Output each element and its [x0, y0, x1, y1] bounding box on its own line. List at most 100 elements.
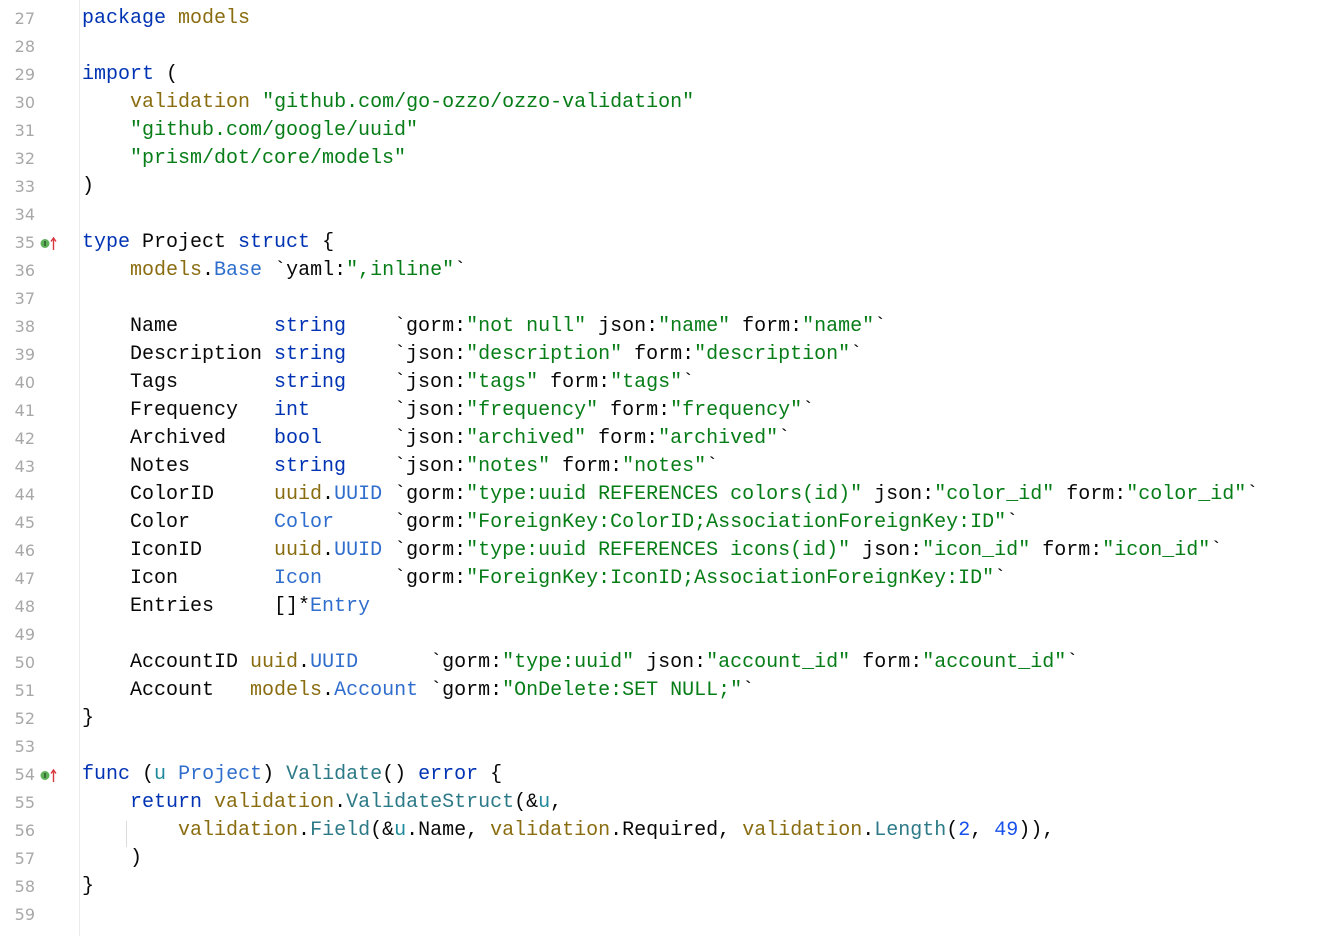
code-line[interactable]: 54 func (u Project) Validate() error {: [0, 761, 1343, 789]
code-text: .: [862, 819, 875, 842]
line-number[interactable]: 38: [0, 313, 35, 341]
string-literal: "icon_id": [1102, 539, 1211, 562]
line-number[interactable]: 45: [0, 509, 35, 537]
code-line[interactable]: 39 Description string `json:"description…: [0, 341, 1343, 369]
line-number[interactable]: 42: [0, 425, 35, 453]
code-content: Frequency int `json:"frequency" form:"fr…: [82, 397, 814, 425]
code-line[interactable]: 58}: [0, 873, 1343, 901]
string-literal: "frequency": [466, 399, 599, 422]
string-literal: "ForeignKey:ColorID;AssociationForeignKe…: [466, 511, 1007, 534]
line-number[interactable]: 47: [0, 565, 35, 593]
code-text: `gorm:: [322, 567, 467, 590]
string-literal: "type:uuid REFERENCES icons(id)": [466, 539, 851, 562]
code-line[interactable]: 35 type Project struct {: [0, 229, 1343, 257]
line-number[interactable]: 50: [0, 649, 35, 677]
line-number[interactable]: 54: [0, 761, 35, 789]
code-line[interactable]: 44 ColorID uuid.UUID `gorm:"type:uuid RE…: [0, 481, 1343, 509]
line-number[interactable]: 59: [0, 901, 35, 929]
line-number[interactable]: 52: [0, 705, 35, 733]
code-text: )),: [1018, 819, 1055, 842]
line-number[interactable]: 55: [0, 789, 35, 817]
code-line[interactable]: 49: [0, 621, 1343, 649]
code-line[interactable]: 40 Tags string `json:"tags" form:"tags"`: [0, 369, 1343, 397]
code-line[interactable]: 41 Frequency int `json:"frequency" form:…: [0, 397, 1343, 425]
code-line[interactable]: 32 "prism/dot/core/models": [0, 145, 1343, 173]
line-number[interactable]: 41: [0, 397, 35, 425]
code-text: (: [154, 63, 179, 86]
line-number[interactable]: 43: [0, 453, 35, 481]
line-number[interactable]: 51: [0, 677, 35, 705]
code-line[interactable]: 45 Color Color `gorm:"ForeignKey:ColorID…: [0, 509, 1343, 537]
line-number[interactable]: 58: [0, 873, 35, 901]
string-literal: "type:uuid": [502, 651, 635, 674]
line-number[interactable]: 30: [0, 89, 35, 117]
package-ref: validation: [214, 791, 335, 814]
line-number[interactable]: 35: [0, 229, 35, 257]
line-number[interactable]: 39: [0, 341, 35, 369]
code-line[interactable]: 27 package models: [0, 5, 1343, 33]
line-number[interactable]: 28: [0, 33, 35, 61]
code-line[interactable]: 46 IconID uuid.UUID `gorm:"type:uuid REF…: [0, 537, 1343, 565]
code-line[interactable]: 33): [0, 173, 1343, 201]
code-line[interactable]: 28: [0, 33, 1343, 61]
code-line[interactable]: 37: [0, 285, 1343, 313]
code-text: json:: [862, 483, 935, 506]
keyword: return: [130, 791, 203, 814]
code-text: IconID: [82, 539, 275, 562]
code-line[interactable]: 42 Archived bool `json:"archived" form:"…: [0, 425, 1343, 453]
implements-up-icon[interactable]: [40, 236, 58, 250]
code-text: `gorm:: [418, 679, 503, 702]
string-literal: "OnDelete:SET NULL;": [502, 679, 743, 702]
line-number[interactable]: 32: [0, 145, 35, 173]
code-line[interactable]: 48 Entries []*Entry: [0, 593, 1343, 621]
line-number[interactable]: 29: [0, 61, 35, 89]
line-number[interactable]: 31: [0, 117, 35, 145]
line-number[interactable]: 57: [0, 845, 35, 873]
line-number[interactable]: 49: [0, 621, 35, 649]
line-number[interactable]: 36: [0, 257, 35, 285]
code-line[interactable]: 59: [0, 901, 1343, 929]
code-line[interactable]: 57 ): [0, 845, 1343, 873]
code-line[interactable]: 47 Icon Icon `gorm:"ForeignKey:IconID;As…: [0, 565, 1343, 593]
package-ref: uuid: [274, 539, 323, 562]
number-literal: 49: [994, 819, 1019, 842]
code-line[interactable]: 52}: [0, 705, 1343, 733]
code-line[interactable]: 38 Name string `gorm:"not null" json:"na…: [0, 313, 1343, 341]
package-ref: models: [130, 259, 203, 282]
code-text: }: [82, 875, 95, 898]
code-text: `: [682, 371, 695, 394]
code-line[interactable]: 53: [0, 733, 1343, 761]
code-content: validation "github.com/go-ozzo/ozzo-vali…: [82, 89, 694, 117]
code-content: Tags string `json:"tags" form:"tags"`: [82, 369, 694, 397]
implements-up-icon[interactable]: [40, 768, 58, 782]
line-number[interactable]: 33: [0, 173, 35, 201]
code-editor[interactable]: 27 package models 28 29 import (30 validatio…: [0, 5, 1343, 929]
code-line[interactable]: 36 models.Base `yaml:",inline"`: [0, 257, 1343, 285]
code-text: form:: [550, 455, 623, 478]
line-number[interactable]: 48: [0, 593, 35, 621]
line-number[interactable]: 46: [0, 537, 35, 565]
code-text: Frequency: [82, 399, 275, 422]
line-number[interactable]: 53: [0, 733, 35, 761]
code-line[interactable]: 43 Notes string `json:"notes" form:"note…: [0, 453, 1343, 481]
code-line[interactable]: 51 Account models.Account `gorm:"OnDelet…: [0, 677, 1343, 705]
code-text: `: [706, 455, 719, 478]
code-line[interactable]: 29 import (: [0, 61, 1343, 89]
code-content: Icon Icon `gorm:"ForeignKey:IconID;Assoc…: [82, 565, 1006, 593]
line-number[interactable]: 34: [0, 201, 35, 229]
code-text: ): [82, 175, 95, 198]
line-number[interactable]: 44: [0, 481, 35, 509]
string-literal: "not null": [466, 315, 587, 338]
line-number[interactable]: 40: [0, 369, 35, 397]
line-number[interactable]: 37: [0, 285, 35, 313]
code-line[interactable]: 50 AccountID uuid.UUID `gorm:"type:uuid"…: [0, 649, 1343, 677]
code-line[interactable]: 55 return validation.ValidateStruct(&u,: [0, 789, 1343, 817]
line-number[interactable]: 27: [0, 5, 35, 33]
code-line[interactable]: 34: [0, 201, 1343, 229]
line-number[interactable]: 56: [0, 817, 35, 845]
code-line[interactable]: 31 "github.com/google/uuid": [0, 117, 1343, 145]
code-line[interactable]: 56 validation.Field(&u.Name, validation.…: [0, 817, 1343, 845]
code-line[interactable]: 30 validation "github.com/go-ozzo/ozzo-v…: [0, 89, 1343, 117]
